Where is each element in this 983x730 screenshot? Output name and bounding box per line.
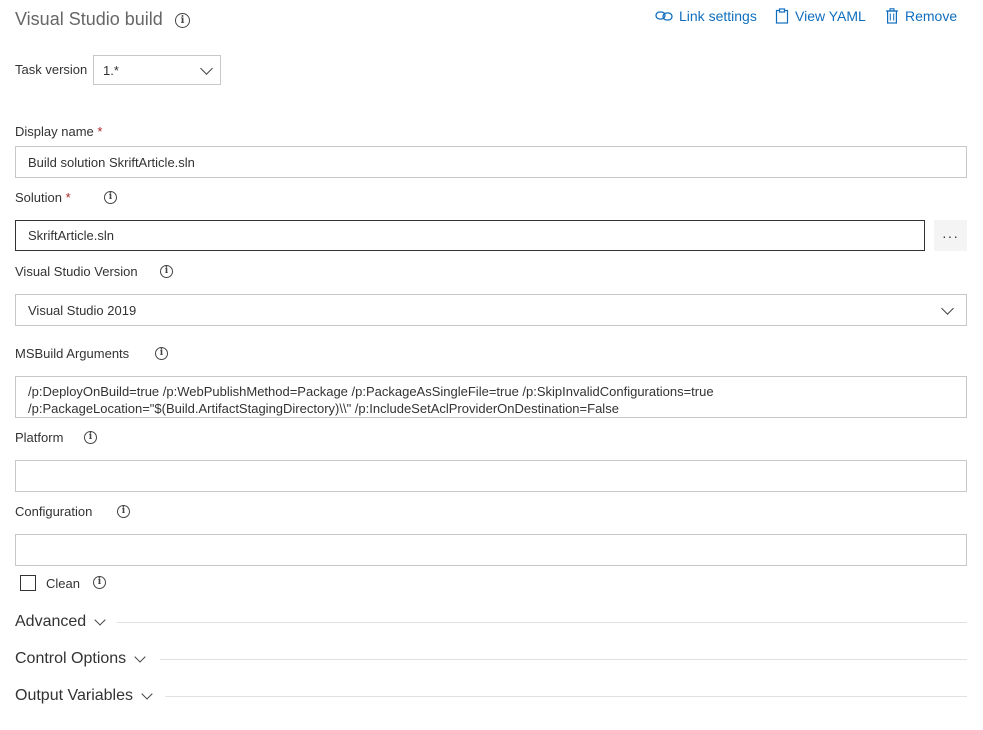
info-icon[interactable]: i xyxy=(117,505,130,518)
link-settings-button[interactable]: Link settings xyxy=(655,8,757,24)
info-icon[interactable]: i xyxy=(104,191,117,204)
info-icon[interactable]: i xyxy=(175,13,190,28)
platform-label: Platform xyxy=(15,430,64,445)
advanced-section-label: Advanced xyxy=(15,613,87,630)
vs-version-select[interactable]: Visual Studio 2019 xyxy=(15,294,967,326)
view-yaml-button[interactable]: View YAML xyxy=(775,8,866,24)
remove-label: Remove xyxy=(905,8,958,24)
chevron-down-icon xyxy=(94,613,106,626)
trash-icon xyxy=(885,8,899,24)
page-title: Visual Studio build xyxy=(15,9,163,29)
info-icon[interactable]: i xyxy=(84,431,97,444)
required-marker: * xyxy=(65,190,71,205)
display-name-value: Build solution SkriftArticle.sln xyxy=(28,154,195,170)
advanced-section-toggle[interactable]: Advanced xyxy=(15,613,106,631)
control-options-section-toggle[interactable]: Control Options xyxy=(15,650,146,668)
link-icon xyxy=(655,10,673,22)
output-variables-section-label: Output Variables xyxy=(15,687,133,704)
display-name-input[interactable]: Build solution SkriftArticle.sln xyxy=(15,146,967,178)
section-divider xyxy=(117,622,967,623)
link-settings-label: Link settings xyxy=(679,8,757,24)
vs-version-value: Visual Studio 2019 xyxy=(28,302,137,318)
clean-label: Clean xyxy=(46,576,80,591)
msbuild-args-label: MSBuild Arguments xyxy=(15,346,130,361)
control-options-section-label: Control Options xyxy=(15,650,127,667)
required-marker: * xyxy=(97,124,103,139)
remove-button[interactable]: Remove xyxy=(885,8,957,24)
chevron-down-icon xyxy=(200,61,213,75)
display-name-label: Display name * xyxy=(15,124,102,139)
browse-button[interactable]: ··· xyxy=(934,220,967,251)
section-divider xyxy=(160,659,967,660)
solution-value: SkriftArticle.sln xyxy=(28,228,114,243)
view-yaml-label: View YAML xyxy=(795,8,866,24)
info-icon[interactable]: i xyxy=(93,576,106,589)
task-version-label: Task version xyxy=(15,62,88,77)
chevron-down-icon xyxy=(141,687,153,700)
chevron-down-icon xyxy=(134,650,146,663)
chevron-down-icon xyxy=(941,301,954,315)
clean-checkbox[interactable] xyxy=(20,575,36,591)
msbuild-args-line-2: /p:PackageLocation="$(Build.ArtifactStag… xyxy=(28,401,619,416)
msbuild-args-textarea[interactable]: /p:DeployOnBuild=true /p:WebPublishMetho… xyxy=(15,376,967,418)
vs-version-label: Visual Studio Version xyxy=(15,264,138,279)
msbuild-args-line-1: /p:DeployOnBuild=true /p:WebPublishMetho… xyxy=(28,384,714,399)
task-version-value: 1.* xyxy=(103,62,119,78)
output-variables-section-toggle[interactable]: Output Variables xyxy=(15,687,153,705)
platform-input[interactable] xyxy=(15,460,967,492)
clipboard-icon xyxy=(775,8,789,24)
section-divider xyxy=(165,696,967,697)
configuration-label: Configuration xyxy=(15,504,93,519)
configuration-input[interactable] xyxy=(15,534,967,566)
display-name-label-text: Display name xyxy=(15,124,94,139)
solution-label: Solution * xyxy=(15,190,71,205)
task-version-select[interactable]: 1.* xyxy=(93,55,221,85)
info-icon[interactable]: i xyxy=(160,265,173,278)
solution-label-text: Solution xyxy=(15,190,62,205)
solution-input[interactable]: SkriftArticle.sln xyxy=(15,220,925,251)
info-icon[interactable]: i xyxy=(155,347,168,360)
